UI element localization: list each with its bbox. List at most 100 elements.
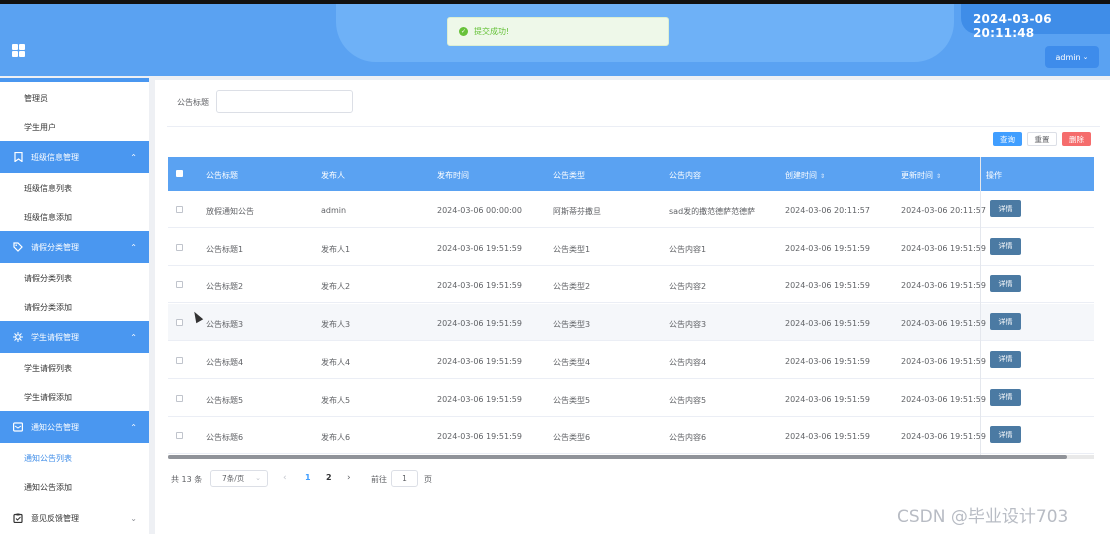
cell-title: 公告标题2 [206,282,244,292]
cell-publisher: 发布人3 [321,320,351,330]
cell-created: 2024-03-06 19:51:59 [785,243,870,253]
cell-title: 公告标题1 [206,244,244,254]
cell-type: 公告类型6 [553,433,591,443]
cell-content: 公告内容3 [669,320,707,330]
sidebar-group-feedback[interactable]: 意见反馈管理 ⌄ [0,502,149,534]
sidebar-item-label: 学生请假列表 [24,363,72,373]
sidebar-item-student-users[interactable]: 学生用户 [0,112,149,142]
detail-button[interactable]: 详情 [990,275,1021,293]
sidebar-item-leave-category-add[interactable]: 请假分类添加 [0,292,149,322]
cell-title: 公告标题3 [206,320,244,330]
chevron-up-icon: ⌃ [130,333,137,342]
row-checkbox[interactable] [176,243,183,251]
column-header-publish-time: 发布时间 [437,171,469,180]
sidebar-item-class-list[interactable]: 班级信息列表 [0,173,149,203]
sidebar-item-label: 班级信息添加 [24,212,72,222]
cell-publisher: 发布人1 [321,244,351,254]
cell-updated: 2024-03-06 19:51:59 [901,281,986,291]
detail-button[interactable]: 详情 [990,388,1021,406]
sidebar-group-leave-category[interactable]: 请假分类管理 ⌃ [0,231,149,263]
column-header-content: 公告内容 [669,171,701,180]
page-number-1[interactable]: 1 [305,473,311,482]
table-row[interactable]: 放假通知公告 admin 2024-03-06 00:00:00 阿斯蒂芬撒旦 sad发… [168,191,1094,228]
chevron-up-icon: ⌃ [130,243,137,252]
sidebar-item-label: 学生用户 [24,122,56,132]
cell-publish-time: 2024-03-06 19:51:59 [437,356,522,366]
table-row[interactable]: 公告标题1 发布人1 2024-03-06 19:51:59 公告类型1 公告内容1 20… [168,229,1094,266]
divider [167,126,1100,127]
sidebar-item-student-leave-add[interactable]: 学生请假添加 [0,382,149,412]
row-checkbox[interactable] [176,356,183,364]
sidebar-group-header-partial [0,78,149,82]
cell-publish-time: 2024-03-06 19:51:59 [437,394,522,404]
table-row[interactable]: 公告标题5 发布人5 2024-03-06 19:51:59 公告类型5 公告内容5 20… [168,380,1094,417]
column-header-title: 公告标题 [206,171,238,180]
user-menu-button[interactable]: admin ⌄ [1045,46,1099,68]
table-row[interactable]: 公告标题2 发布人2 2024-03-06 19:51:59 公告类型2 公告内容2 20… [168,266,1094,304]
cell-publish-time: 2024-03-06 19:51:59 [437,281,522,291]
select-all-checkbox[interactable] [176,170,183,177]
menu-grid-icon[interactable] [12,44,25,57]
row-checkbox[interactable] [176,432,183,440]
detail-button[interactable]: 详情 [990,200,1021,217]
cell-updated: 2024-03-06 20:11:57 [901,206,986,215]
row-checkbox[interactable] [176,206,183,213]
table-row[interactable]: 公告标题4 发布人4 2024-03-06 19:51:59 公告类型4 公告内容4 20… [168,342,1094,379]
sidebar-item-admin[interactable]: 管理员 [0,83,149,113]
sidebar-group-class-info[interactable]: 班级信息管理 ⌃ [0,141,149,173]
scrollbar-thumb[interactable] [168,455,1067,459]
sidebar-item-label: 学生请假添加 [24,392,72,402]
cell-publisher: admin [321,206,347,215]
main-content: 公告标题 查询 重置 删除 公告标题 发布人 发布时间 公告类型 公告内容 创建… [155,80,1110,534]
cell-created: 2024-03-06 19:51:59 [785,394,870,404]
detail-button[interactable]: 详情 [990,426,1021,444]
page-size-select[interactable]: 7条/页 ⌄ [210,470,268,487]
column-header-created[interactable]: 创建时间 ⇕ [785,170,825,181]
prev-page-button[interactable]: ‹ [283,473,287,483]
watermark: CSDN @毕业设计703 [897,507,1069,527]
cell-title: 放假通知公告 [206,207,254,216]
sidebar-group-notice[interactable]: 通知公告管理 ⌃ [0,411,149,443]
cell-updated: 2024-03-06 19:51:59 [901,394,986,404]
table-header: 公告标题 发布人 发布时间 公告类型 公告内容 创建时间 ⇕ 更新时间 ⇕ 操作 [168,157,1094,191]
cell-content: 公告内容2 [669,282,707,292]
row-checkbox[interactable] [176,394,183,402]
cell-title: 公告标题4 [206,357,244,367]
sidebar-item-notice-add[interactable]: 通知公告添加 [0,472,149,502]
sidebar-item-leave-category-list[interactable]: 请假分类列表 [0,263,149,293]
cell-publisher: 发布人5 [321,395,351,405]
cell-created: 2024-03-06 19:51:59 [785,432,870,442]
row-checkbox[interactable] [176,281,183,289]
detail-button[interactable]: 详情 [990,350,1021,368]
search-input[interactable] [216,90,353,113]
sort-icon: ⇕ [820,173,826,180]
query-button[interactable]: 查询 [993,132,1022,146]
cell-type: 公告类型5 [553,395,591,405]
cell-updated: 2024-03-06 19:51:59 [901,356,986,366]
pagination: 共 13 条 7条/页 ⌄ ‹ 1 2 › 前往 1 页 [171,470,571,490]
reset-button[interactable]: 重置 [1027,132,1057,146]
sidebar-item-notice-list[interactable]: 通知公告列表 [0,443,149,473]
detail-button[interactable]: 详情 [990,313,1021,331]
sidebar-group-student-leave[interactable]: 学生请假管理 ⌃ [0,321,149,353]
column-header-updated[interactable]: 更新时间 ⇕ [901,170,941,181]
cell-type: 公告类型3 [553,320,591,330]
sidebar-item-label: 请假分类列表 [24,273,72,283]
sidebar-item-label: 通知公告列表 [24,453,72,463]
column-header-publisher: 发布人 [321,171,345,180]
next-page-button[interactable]: › [347,473,351,483]
table-row[interactable]: 公告标题6 发布人6 2024-03-06 19:51:59 公告类型6 公告内容6 20… [168,417,1094,455]
page-number-2[interactable]: 2 [326,473,332,482]
row-checkbox[interactable] [176,319,183,327]
column-header-actions: 操作 [986,171,1002,180]
horizontal-scrollbar[interactable] [168,455,1094,459]
cell-publish-time: 2024-03-06 00:00:00 [437,206,522,215]
table-row[interactable]: 公告标题3 发布人3 2024-03-06 19:51:59 公告类型3 公告内容3 20… [168,304,1094,342]
sidebar-item-student-leave-list[interactable]: 学生请假列表 [0,353,149,383]
cell-updated: 2024-03-06 19:51:59 [901,432,986,442]
chevron-down-icon: ⌄ [130,514,137,523]
sidebar-item-class-add[interactable]: 班级信息添加 [0,202,149,232]
goto-page-input[interactable]: 1 [391,470,418,487]
detail-button[interactable]: 详情 [990,237,1021,255]
delete-button[interactable]: 删除 [1062,132,1091,146]
